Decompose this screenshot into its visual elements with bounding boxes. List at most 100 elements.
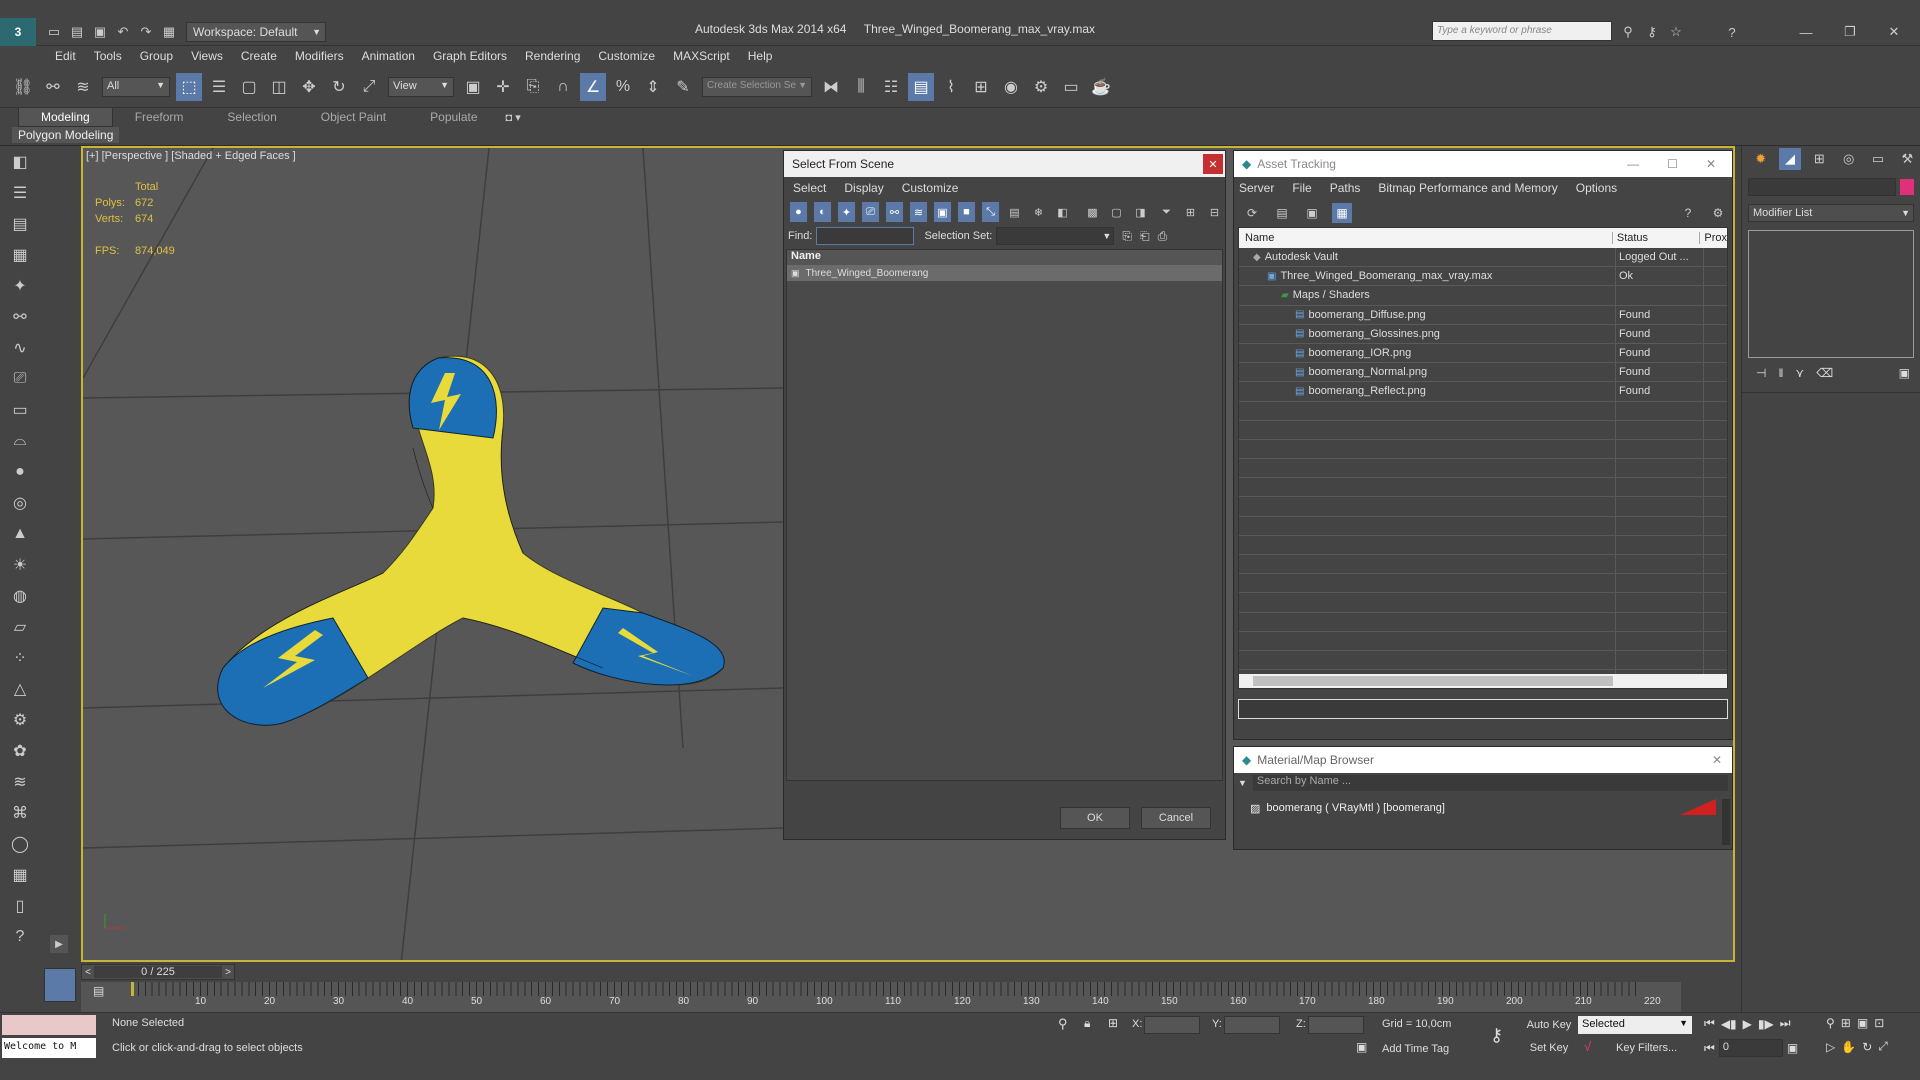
remove-modifier-icon[interactable]: ⌫ [1816, 366, 1833, 380]
field-of-view-icon[interactable]: ▷ [1826, 1040, 1835, 1054]
list-item[interactable]: ▣ Three_Winged_Boomerang [787, 265, 1222, 281]
go-to-end-icon[interactable]: ⏭ [1780, 1016, 1791, 1031]
column-header-name[interactable]: Name [787, 250, 1222, 265]
light-icon[interactable]: ✦ [0, 270, 40, 301]
menu-bitmap-performance[interactable]: Bitmap Performance and Memory [1378, 181, 1557, 195]
material-editor-icon[interactable]: ◉ [998, 73, 1024, 101]
material-item[interactable]: ▨ boomerang ( VRayMtl ) [boomerang] [1248, 799, 1716, 817]
find-input[interactable] [816, 227, 915, 245]
refresh-icon[interactable]: ⟳ [1242, 203, 1262, 223]
set-key-button[interactable]: Set Key [1524, 1039, 1574, 1057]
auto-key-dropdown[interactable]: Selected ▼ [1578, 1016, 1692, 1034]
ok-button[interactable]: OK [1060, 807, 1130, 829]
app-logo-icon[interactable]: 3 [0, 17, 36, 46]
menu-views[interactable]: Views [191, 49, 223, 63]
viewport-label[interactable]: [+] [Perspective ] [Shaded + Edged Faces… [86, 150, 296, 162]
maximize-icon[interactable]: ☐ [1667, 157, 1678, 171]
reference-coordinate-dropdown[interactable]: View ▼ [388, 76, 454, 97]
menu-server[interactable]: Server [1239, 181, 1274, 195]
render-setup-icon[interactable]: ⚙ [1028, 73, 1054, 101]
binoculars-icon[interactable]: ⚲ [1618, 22, 1638, 42]
pan-icon[interactable]: ✋ [1841, 1040, 1856, 1054]
unlink-icon[interactable]: ⚯ [40, 73, 66, 101]
tab-selection[interactable]: Selection [205, 108, 298, 126]
help-icon[interactable]: ? [0, 921, 40, 952]
keyboard-shortcut-icon[interactable]: ⎘ [520, 73, 546, 101]
menu-help[interactable]: Help [748, 49, 773, 63]
viewport-layout-icon[interactable]: ◧ [0, 146, 40, 177]
filter-geometry-icon[interactable]: ● [790, 202, 807, 222]
previous-frame-icon[interactable]: ◀▮ [1721, 1017, 1737, 1031]
polygon-modeling-label[interactable]: Polygon Modeling [12, 127, 120, 143]
modifier-list-dropdown[interactable]: Modifier List ▼ [1748, 204, 1914, 222]
rotate-icon[interactable]: ↻ [326, 73, 352, 101]
table-view-icon[interactable]: ▦ [1332, 203, 1352, 223]
menu-graph-editors[interactable]: Graph Editors [433, 49, 507, 63]
column-header-proxy[interactable]: Prox [1700, 232, 1727, 244]
invert-selection-icon[interactable]: ◨ [1132, 202, 1149, 222]
help-search-box[interactable]: Type a keyword or phrase [1432, 21, 1612, 41]
modify-tab-icon[interactable]: ◢ [1779, 148, 1801, 170]
frame-ruler[interactable]: 10 20 30 40 50 60 70 80 90 100 110 120 130 140 150 160 1… [81, 982, 1681, 1012]
bind-spacewarp-icon[interactable]: ≋ [70, 73, 96, 101]
time-cursor[interactable] [131, 982, 134, 996]
redo-icon[interactable]: ↷ [136, 22, 156, 42]
filter-xrefs-icon[interactable]: ■ [958, 202, 975, 222]
column-header-name[interactable]: Name [1239, 232, 1613, 244]
new-file-icon[interactable]: ▭ [44, 22, 64, 42]
rendered-frame-icon[interactable]: ▭ [1058, 73, 1084, 101]
menu-tools[interactable]: Tools [94, 49, 122, 63]
object-color-swatch[interactable] [1900, 179, 1914, 195]
minimize-icon[interactable]: — [1627, 157, 1639, 171]
set-key-curve-icon[interactable]: √ [1584, 1039, 1591, 1054]
create-tab-icon[interactable]: ✹ [1750, 148, 1771, 170]
object-name-field[interactable] [1748, 178, 1896, 196]
filter-containers-icon[interactable]: ▤ [1006, 202, 1023, 222]
viewport-thumbnail[interactable] [44, 968, 76, 1002]
tab-object-paint[interactable]: Object Paint [299, 108, 408, 126]
plane-icon[interactable]: ▱ [0, 611, 40, 642]
workspace-dropdown[interactable]: Workspace: Default ▼ [186, 21, 326, 42]
close-icon[interactable]: ✕ [1712, 753, 1722, 767]
menu-group[interactable]: Group [140, 49, 173, 63]
graphite-toggle-icon[interactable]: ▤ [908, 72, 934, 101]
play-icon[interactable]: ▶ [1743, 1017, 1752, 1031]
spinner-snap-icon[interactable]: ⇕ [640, 73, 666, 101]
filter-shapes-icon[interactable]: ◐ [814, 202, 831, 222]
y-coordinate-field[interactable] [1224, 1016, 1280, 1034]
auto-key-button[interactable]: Auto Key [1524, 1016, 1574, 1034]
time-config-icon[interactable]: ▣ [1787, 1041, 1798, 1055]
settings-icon[interactable]: ⚙ [1708, 203, 1728, 223]
menu-animation[interactable]: Animation [362, 49, 415, 63]
script-icon[interactable]: ▯ [0, 890, 40, 921]
hold-icon[interactable]: ▦ [159, 22, 179, 42]
tab-populate[interactable]: Populate [408, 108, 499, 126]
render-teapot-icon[interactable]: ☕ [1088, 73, 1114, 101]
add-time-tag[interactable]: Add Time Tag [1382, 1043, 1449, 1055]
isolate-icon[interactable]: ⚲ [1058, 1016, 1068, 1032]
cylinder-primitive-icon[interactable]: ⌓ [0, 425, 40, 456]
table-row[interactable]: ◆ Autodesk Vault Logged Out ... [1239, 248, 1727, 268]
undo-icon[interactable]: ↶ [113, 22, 133, 42]
hair-icon[interactable]: ≋ [0, 766, 40, 797]
snaps-toggle-icon[interactable]: ∩ [550, 73, 576, 101]
configure-modifier-icon[interactable]: ▣ [1899, 366, 1910, 380]
thumbnail-view-icon[interactable]: ▣ [1302, 203, 1322, 223]
add-set-icon[interactable]: ⎘ [1122, 229, 1132, 244]
restore-icon[interactable]: ❐ [1840, 22, 1860, 42]
named-selection-dropdown[interactable]: Create Selection Se ▼ [702, 76, 812, 97]
hierarchy-icon[interactable]: ⊞ [1182, 202, 1199, 222]
transform-mode-icon[interactable]: ⊞ [1108, 1016, 1118, 1030]
sphere-primitive-icon[interactable]: ● [0, 456, 40, 487]
layer-manager-icon[interactable]: ☷ [878, 73, 904, 101]
maximize-viewport-icon[interactable]: ⤢ [1878, 1039, 1888, 1054]
tab-modeling[interactable]: Modeling [18, 107, 113, 127]
make-unique-icon[interactable]: ⋎ [1795, 366, 1804, 380]
mini-curve-editor-icon[interactable]: ▤ [93, 984, 104, 998]
select-all-icon[interactable]: ▩ [1084, 202, 1101, 222]
select-by-name-icon[interactable]: ☰ [206, 73, 232, 101]
close-icon[interactable]: ✕ [1884, 22, 1904, 42]
table-row[interactable]: ▰ Maps / Shaders [1239, 286, 1727, 306]
key-icon[interactable]: ⚷ [1490, 1025, 1503, 1046]
table-row[interactable]: ▤ boomerang_IOR.png Found [1239, 344, 1727, 364]
